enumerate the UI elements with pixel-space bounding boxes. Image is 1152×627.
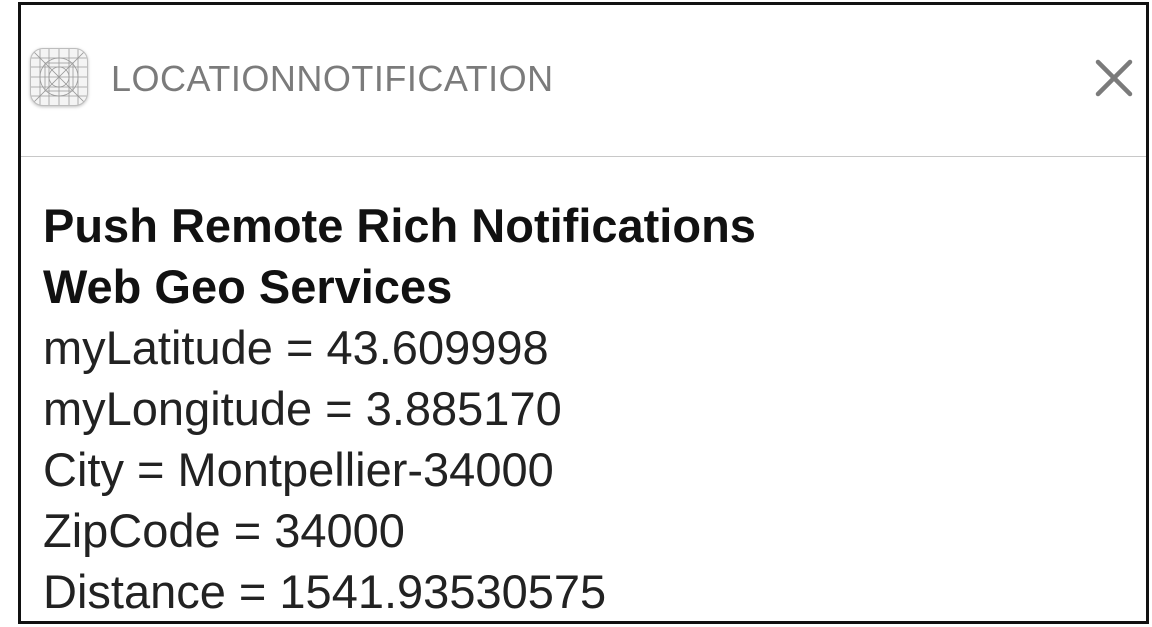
zipcode-text: ZipCode = 34000 [43,504,405,557]
city-text: City = Montpellier-34000 [43,443,554,496]
notification-header: LOCATIONNOTIFICATION [21,5,1146,157]
notification-card[interactable]: LOCATIONNOTIFICATION Push Remote Rich No… [18,2,1149,624]
longitude-text: myLongitude = 3.885170 [43,382,562,435]
notification-content: Push Remote Rich Notifications Web Geo S… [43,195,1136,622]
app-name: LOCATIONNOTIFICATION [111,58,554,99]
notification-title: Push Remote Rich Notifications [43,199,756,252]
distance-text: Distance = 1541.93530575 [43,565,607,618]
latitude-text: myLatitude = 43.609998 [43,321,549,374]
app-placeholder-grid-icon [30,48,88,106]
notification-subtitle: Web Geo Services [43,260,453,313]
close-icon [1095,59,1133,97]
close-button[interactable] [1092,56,1136,100]
